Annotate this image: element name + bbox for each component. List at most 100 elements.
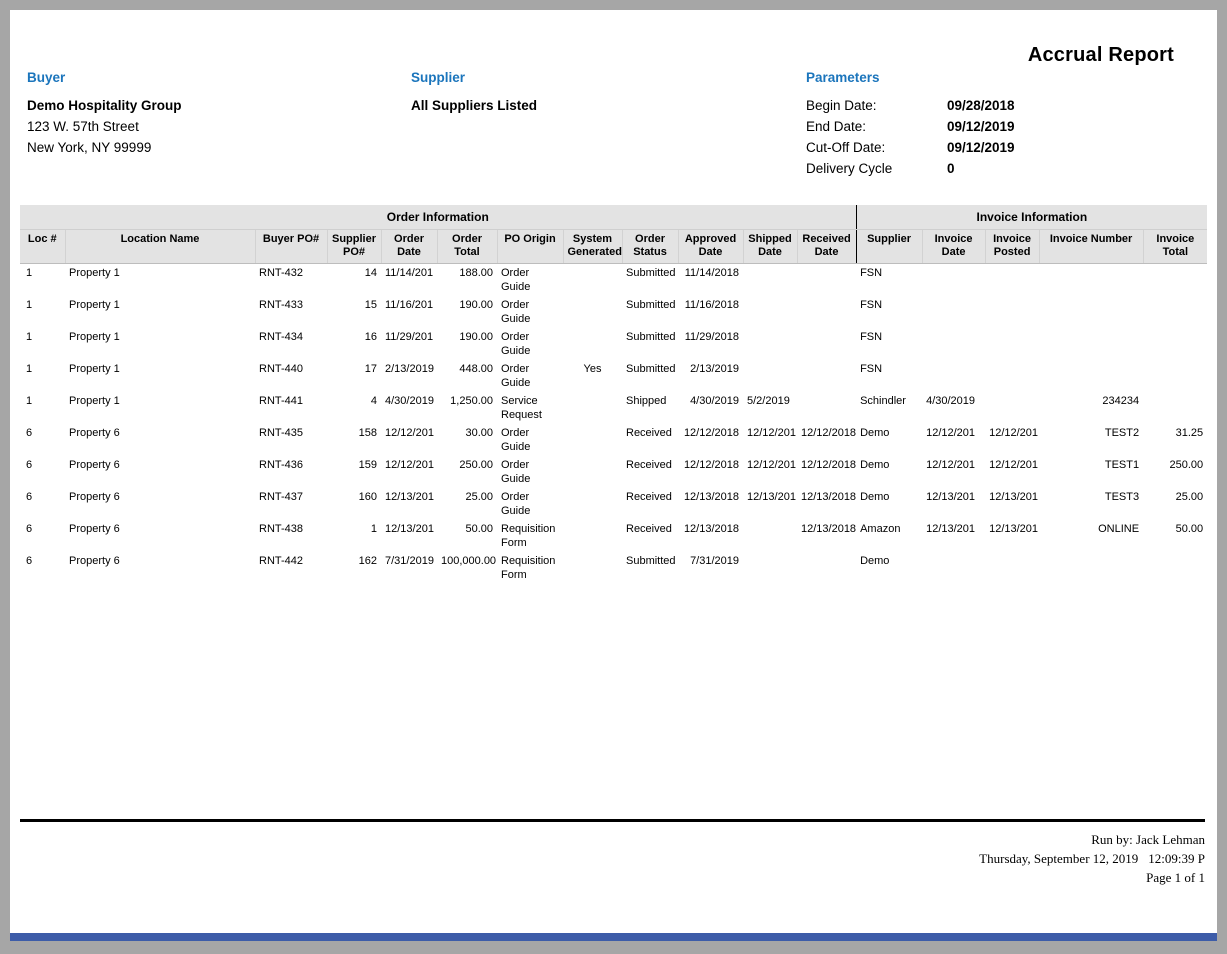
table-cell: [922, 360, 985, 392]
table-cell: RNT-438: [255, 520, 327, 552]
column-header: Order Status: [622, 230, 678, 264]
table-cell: 12/13/201: [381, 520, 437, 552]
table-cell: Yes: [563, 360, 622, 392]
table-cell: 234234: [1039, 392, 1143, 424]
table-cell: [563, 392, 622, 424]
supplier-value: All Suppliers Listed: [411, 98, 751, 114]
table-cell: 15: [327, 296, 381, 328]
table-cell: 11/29/201: [381, 328, 437, 360]
table-cell: 6: [20, 424, 65, 456]
table-cell: 12/13/201: [985, 488, 1039, 520]
table-cell: Demo: [856, 456, 922, 488]
table-cell: 6: [20, 488, 65, 520]
table-cell: 12/12/201: [985, 456, 1039, 488]
table-cell: 12/12/2018: [797, 456, 856, 488]
table-cell: Shipped: [622, 392, 678, 424]
table-cell: [563, 296, 622, 328]
parameter-row: Delivery Cycle 0: [806, 161, 1196, 177]
table-row: 1Property 1RNT-4321411/14/201188.00Order…: [20, 264, 1207, 297]
table-cell: 25.00: [437, 488, 497, 520]
table-cell: Submitted: [622, 264, 678, 297]
table-cell: 7/31/2019: [678, 552, 743, 584]
table-cell: 2/13/2019: [678, 360, 743, 392]
table-cell: 1: [20, 296, 65, 328]
table-cell: 12/12/2018: [678, 424, 743, 456]
table-cell: 12/13/2018: [678, 488, 743, 520]
parameter-row: Cut-Off Date: 09/12/2019: [806, 140, 1196, 156]
table-cell: [1039, 360, 1143, 392]
column-header: Buyer PO#: [255, 230, 327, 264]
table-cell: 6: [20, 520, 65, 552]
table-cell: [563, 424, 622, 456]
table-cell: RNT-436: [255, 456, 327, 488]
column-header: Order Total: [437, 230, 497, 264]
table-cell: 12/12/201: [743, 424, 797, 456]
table-cell: [743, 520, 797, 552]
table-cell: 1: [20, 328, 65, 360]
table-cell: [563, 520, 622, 552]
table-cell: Requisition Form: [497, 520, 563, 552]
table-cell: Demo: [856, 552, 922, 584]
table-cell: 250.00: [437, 456, 497, 488]
table-cell: [563, 488, 622, 520]
table-cell: Submitted: [622, 360, 678, 392]
table-cell: [563, 552, 622, 584]
table-cell: RNT-435: [255, 424, 327, 456]
table-cell: 7/31/2019: [381, 552, 437, 584]
table-cell: Received: [622, 488, 678, 520]
footer-date: Thursday, September 12, 2019: [979, 851, 1138, 866]
table-cell: [1039, 328, 1143, 360]
report-page: Accrual Report Buyer Demo Hospitality Gr…: [10, 10, 1217, 933]
table-cell: [1039, 264, 1143, 297]
table-cell: Demo: [856, 424, 922, 456]
table-cell: [743, 296, 797, 328]
table-cell: 162: [327, 552, 381, 584]
table-cell: 1,250.00: [437, 392, 497, 424]
table-cell: 4: [327, 392, 381, 424]
table-cell: [1143, 552, 1207, 584]
table-cell: 17: [327, 360, 381, 392]
table-row: 6Property 6RNT-43515812/12/20130.00Order…: [20, 424, 1207, 456]
table-cell: 12/13/201: [922, 488, 985, 520]
table-cell: 250.00: [1143, 456, 1207, 488]
table-cell: [1143, 392, 1207, 424]
invoice-information-group-header: Invoice Information: [856, 205, 1207, 230]
table-cell: [1143, 264, 1207, 297]
column-header: Supplier: [856, 230, 922, 264]
table-cell: 4/30/2019: [922, 392, 985, 424]
table-cell: 16: [327, 328, 381, 360]
table-cell: 12/12/201: [381, 424, 437, 456]
table-cell: Order Guide: [497, 456, 563, 488]
table-cell: 12/12/2018: [678, 456, 743, 488]
table-cell: 31.25: [1143, 424, 1207, 456]
table-cell: RNT-437: [255, 488, 327, 520]
supplier-heading: Supplier: [411, 70, 751, 86]
table-cell: RNT-434: [255, 328, 327, 360]
table-row: 6Property 6RNT-438112/13/20150.00Requisi…: [20, 520, 1207, 552]
column-header: Shipped Date: [743, 230, 797, 264]
table-cell: [922, 552, 985, 584]
begin-date-label: Begin Date:: [806, 98, 947, 114]
table-cell: [797, 392, 856, 424]
table-cell: 190.00: [437, 296, 497, 328]
page-number: Page 1 of 1: [979, 868, 1205, 887]
table-cell: 100,000.00: [437, 552, 497, 584]
table-cell: Schindler: [856, 392, 922, 424]
table-cell: 5/2/2019: [743, 392, 797, 424]
table-cell: [985, 264, 1039, 297]
table-row: 1Property 1RNT-4341611/29/201190.00Order…: [20, 328, 1207, 360]
table-cell: [1039, 552, 1143, 584]
table-cell: Received: [622, 520, 678, 552]
table-row: 6Property 6RNT-43615912/12/201250.00Orde…: [20, 456, 1207, 488]
table-cell: [985, 552, 1039, 584]
buyer-address-line1: 123 W. 57th Street: [27, 119, 367, 135]
table-cell: 2/13/2019: [381, 360, 437, 392]
column-header: Order Date: [381, 230, 437, 264]
table-cell: Received: [622, 424, 678, 456]
footer-datetime: Thursday, September 12, 201912:09:39 P: [979, 849, 1205, 868]
table-cell: [797, 328, 856, 360]
table-cell: [985, 392, 1039, 424]
buyer-name: Demo Hospitality Group: [27, 98, 367, 114]
table-cell: [563, 328, 622, 360]
column-header: Loc #: [20, 230, 65, 264]
